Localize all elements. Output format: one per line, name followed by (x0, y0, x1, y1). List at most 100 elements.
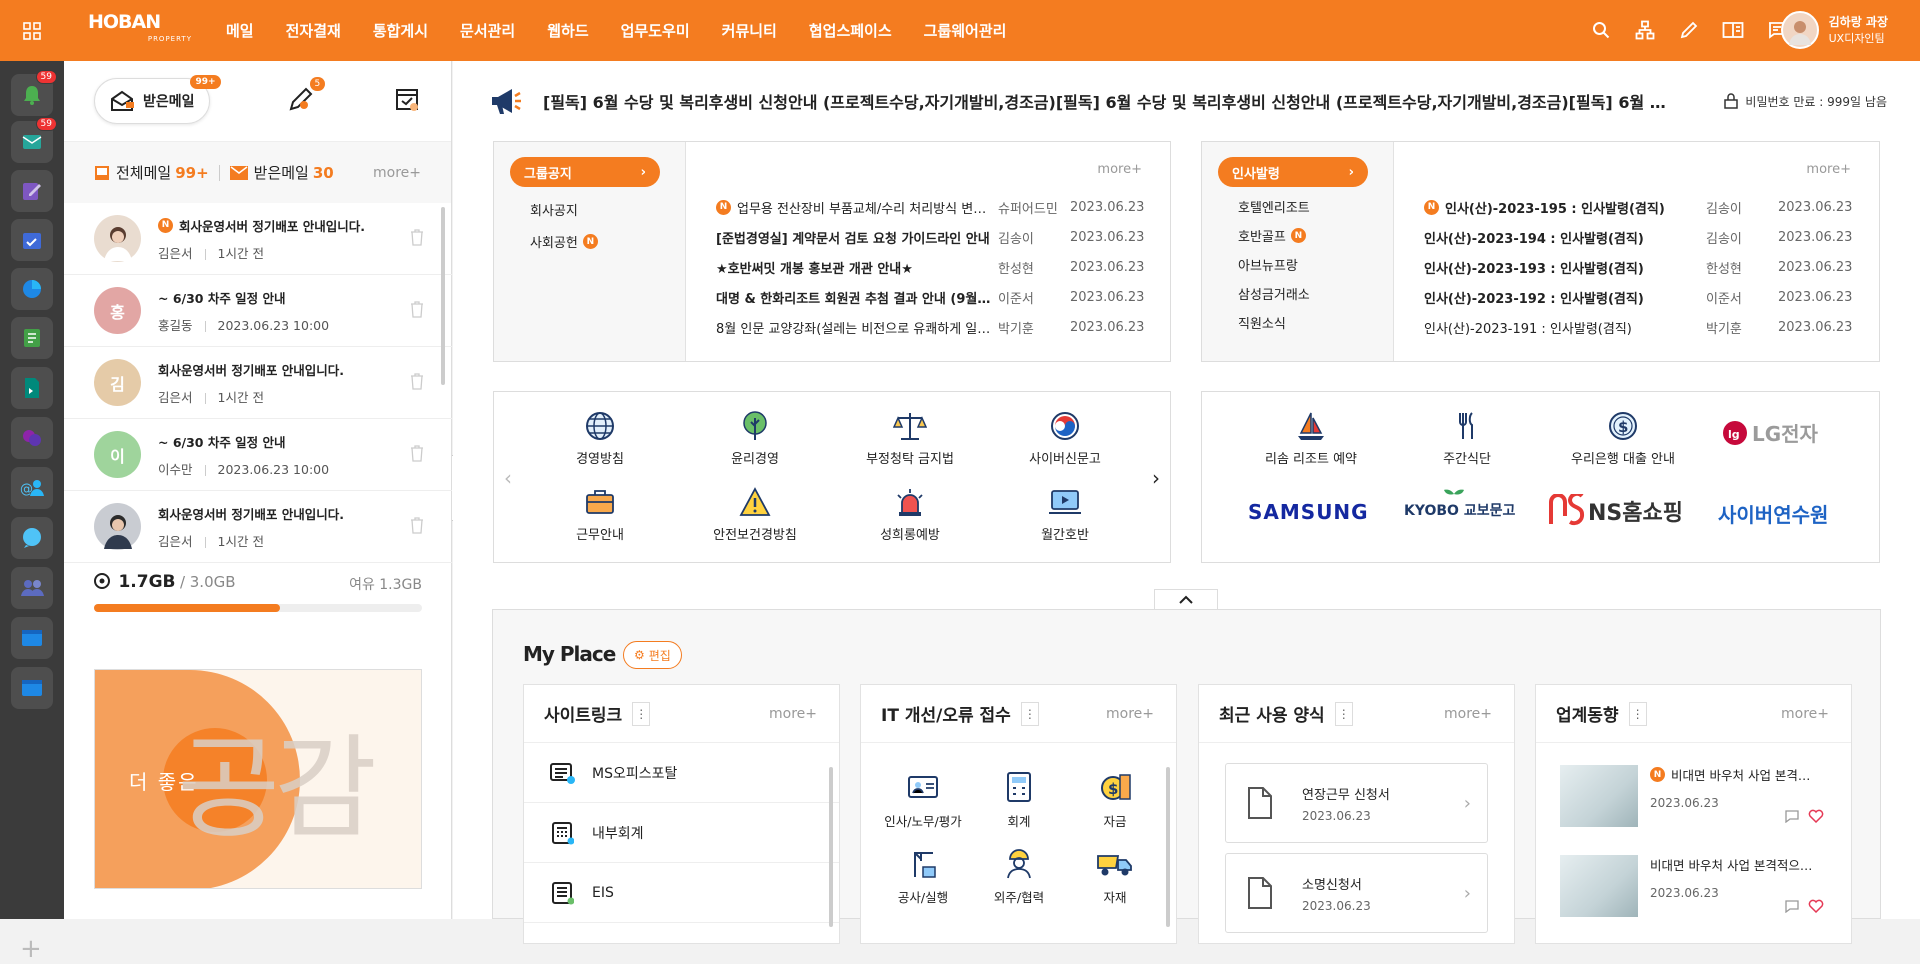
menu-groupware-admin[interactable]: 그룹웨어관리 (924, 20, 1007, 41)
list-item[interactable]: 인사(산)-2023-191 : 인사발령(겸직) 박기훈 2023.06.23 (1424, 312, 1874, 342)
category-staff-news[interactable]: 직원소식 (1238, 313, 1393, 332)
partner-woori-loan[interactable]: $ 우리은행 대출 안내 (1558, 408, 1688, 467)
quicklink-safety-policy[interactable]: 안전보건경방침 (695, 484, 815, 543)
rail-window-2[interactable] (11, 667, 53, 709)
card-more-link[interactable]: more+ (769, 706, 817, 722)
rail-approval[interactable] (11, 170, 53, 212)
rail-documents[interactable] (11, 367, 53, 409)
quicklink-monthly-hoban[interactable]: 월간호반 (1005, 484, 1125, 543)
list-item[interactable]: 소명신청서 2023.06.23 › (1225, 853, 1488, 933)
approval-tab[interactable]: 5 (287, 77, 326, 117)
list-item[interactable]: 연장근무 신청서 2023.06.23 › (1225, 763, 1488, 843)
comment-icon[interactable] (1784, 809, 1800, 823)
list-item[interactable]: N 업무용 전산장비 부품교체/수리 처리방식 변경 안내 슈퍼어드민 2023.06… (716, 192, 1166, 222)
trash-icon[interactable] (410, 373, 424, 390)
user-profile[interactable]: 김하랑 과장 UX디자인팀 (1780, 11, 1888, 49)
notice-banner[interactable]: [필독] 6월 수당 및 복리후생비 신청안내 (프로젝트수당,자기개발비,경조… (489, 76, 1909, 126)
quicklink-harassment-prevention[interactable]: 성희롱예방 (850, 484, 970, 543)
rail-contacts[interactable]: @ (11, 467, 53, 509)
menu-work-helper[interactable]: 업무도우미 (621, 20, 690, 41)
myplace-collapse-toggle[interactable] (1154, 589, 1218, 610)
list-item[interactable]: 김 회사운영서버 정기배포 안내입니다. 김은서 1시간 전 (64, 347, 452, 419)
card-scrollbar[interactable] (1166, 767, 1170, 927)
list-item[interactable]: 비대면 바우처 사업 본격적으로 시작 2023.06.23 (1560, 855, 1830, 919)
list-item[interactable]: MS오피스포탈 (524, 743, 839, 803)
list-item[interactable]: 홍 ~ 6/30 차주 일정 안내 홍길동 2023.06.23 10:00 (64, 275, 452, 347)
quicklink-work-guide[interactable]: 근무안내 (540, 484, 660, 543)
quicklink-ethics[interactable]: 윤리경영 (695, 408, 815, 467)
board-more-link[interactable]: more+ (1806, 162, 1851, 177)
book-icon[interactable] (1721, 18, 1745, 42)
menu-webhard[interactable]: 웹하드 (547, 20, 588, 41)
it-category-outsourcing[interactable]: 외주/협력 (971, 845, 1067, 906)
it-category-accounting[interactable]: 회계 (971, 769, 1067, 830)
board-more-link[interactable]: more+ (1097, 162, 1142, 177)
category-gold-exchange[interactable]: 삼성금거래소 (1238, 284, 1393, 303)
trash-icon[interactable] (410, 301, 424, 318)
menu-approval[interactable]: 전자결재 (286, 20, 341, 41)
card-more-link[interactable]: more+ (1444, 706, 1492, 722)
menu-collab-space[interactable]: 협업스페이스 (809, 20, 892, 41)
card-scrollbar[interactable] (829, 767, 833, 927)
partner-resom-resort[interactable]: 리솜 리조트 예약 (1246, 408, 1376, 467)
list-item[interactable]: ★호반써밋 개봉 홍보관 개관 안내★ 한성현 2023.06.23 (716, 252, 1166, 282)
org-chart-icon[interactable] (1633, 18, 1657, 42)
it-category-hr[interactable]: 인사/노무/평가 (875, 769, 971, 830)
list-item[interactable]: 인사(산)-2023-194 : 인사발령(겸직) 김송이 2023.06.23 (1424, 222, 1874, 252)
menu-documents[interactable]: 문서관리 (460, 20, 515, 41)
list-item[interactable]: 8월 인문 교양강좌(설레는 비전으로 유쾌하게 일하기) 박기훈 2023.06.… (716, 312, 1166, 342)
inbox-label[interactable]: 받은메일 (254, 162, 309, 183)
partner-weekly-menu[interactable]: 주간식단 (1402, 408, 1532, 467)
card-more-link[interactable]: more+ (1781, 706, 1829, 722)
quicklink-cyber-petition[interactable]: 사이버신문고 (1005, 408, 1125, 467)
category-hotel-resort[interactable]: 호텔엔리조트 (1238, 197, 1393, 216)
category-avenue-france[interactable]: 아브뉴프랑 (1238, 255, 1393, 274)
add-app-button[interactable]: + (20, 936, 42, 962)
it-category-materials[interactable]: 자재 (1067, 845, 1163, 906)
trash-icon[interactable] (410, 229, 424, 246)
rail-messenger[interactable] (11, 517, 53, 559)
brand-samsung[interactable]: SAMSUNG (1248, 500, 1369, 524)
chevron-right-icon[interactable]: › (1152, 466, 1160, 490)
kebab-menu-icon[interactable]: ⋮ (1020, 701, 1039, 726)
list-item[interactable]: [준법경영실] 계약문서 검토 요청 가이드라인 안내 김송이 2023.06.23 (716, 222, 1166, 252)
all-mail-label[interactable]: 전체메일 (116, 162, 171, 183)
list-item[interactable]: 회사운영서버 정기배포 안내입니다. 김은서 1시간 전 (64, 491, 452, 563)
menu-community[interactable]: 커뮤니티 (722, 20, 777, 41)
chevron-left-icon[interactable]: ‹ (504, 466, 512, 490)
category-company-notice[interactable]: 회사공지 (530, 200, 685, 219)
pen-icon[interactable] (1677, 18, 1701, 42)
it-category-construction[interactable]: 공사/실행 (875, 845, 971, 906)
card-more-link[interactable]: more+ (1106, 706, 1154, 722)
kebab-menu-icon[interactable]: ⋮ (1334, 701, 1353, 726)
rail-statistics[interactable] (11, 268, 53, 310)
myplace-edit-button[interactable]: ⚙ 편집 (623, 641, 682, 669)
list-item[interactable]: 인사(산)-2023-192 : 인사발령(겸직) 이준서 2023.06.23 (1424, 282, 1874, 312)
category-hoban-golf[interactable]: 호반골프 N (1238, 226, 1393, 245)
heart-icon[interactable] (1808, 899, 1824, 913)
rail-notes[interactable] (11, 317, 53, 359)
app-grid-icon[interactable] (0, 0, 64, 61)
category-hr-appointment[interactable]: 인사발령 › (1218, 157, 1368, 187)
brand-cyber-academy[interactable]: 사이버연수원 (1718, 499, 1828, 528)
rail-group[interactable] (11, 567, 53, 609)
list-item[interactable]: 대명 & 한화리조트 회원권 추첨 결과 안내 (9월 이용분) 이준서 2023.… (716, 282, 1166, 312)
trash-icon[interactable] (410, 445, 424, 462)
rail-mail[interactable]: 59 (11, 117, 57, 163)
brand-lg[interactable]: lg LG전자 (1722, 418, 1818, 447)
kebab-menu-icon[interactable]: ⋮ (632, 701, 651, 726)
inbox-tab[interactable]: 받은메일 99+ (94, 75, 221, 124)
menu-board[interactable]: 통합게시 (373, 20, 428, 41)
list-item[interactable]: EIS (524, 863, 839, 923)
schedule-tab[interactable] (393, 85, 421, 117)
category-social-contribution[interactable]: 사회공헌 N (530, 232, 685, 251)
rail-community[interactable] (11, 417, 53, 459)
quicklink-anti-graft[interactable]: 부정청탁 금지법 (850, 408, 970, 467)
promo-banner[interactable]: 더 좋은 공감 (94, 669, 422, 889)
list-item[interactable]: N 인사(산)-2023-195 : 인사발령(겸직) 김송이 2023.06.23 (1424, 192, 1874, 222)
rail-notifications[interactable]: 59 (11, 70, 57, 116)
category-group-notice[interactable]: 그룹공지 › (510, 157, 660, 187)
brand-ns-shopping[interactable]: NS홈쇼핑 (1548, 494, 1683, 528)
search-icon[interactable] (1589, 18, 1613, 42)
heart-icon[interactable] (1808, 809, 1824, 823)
